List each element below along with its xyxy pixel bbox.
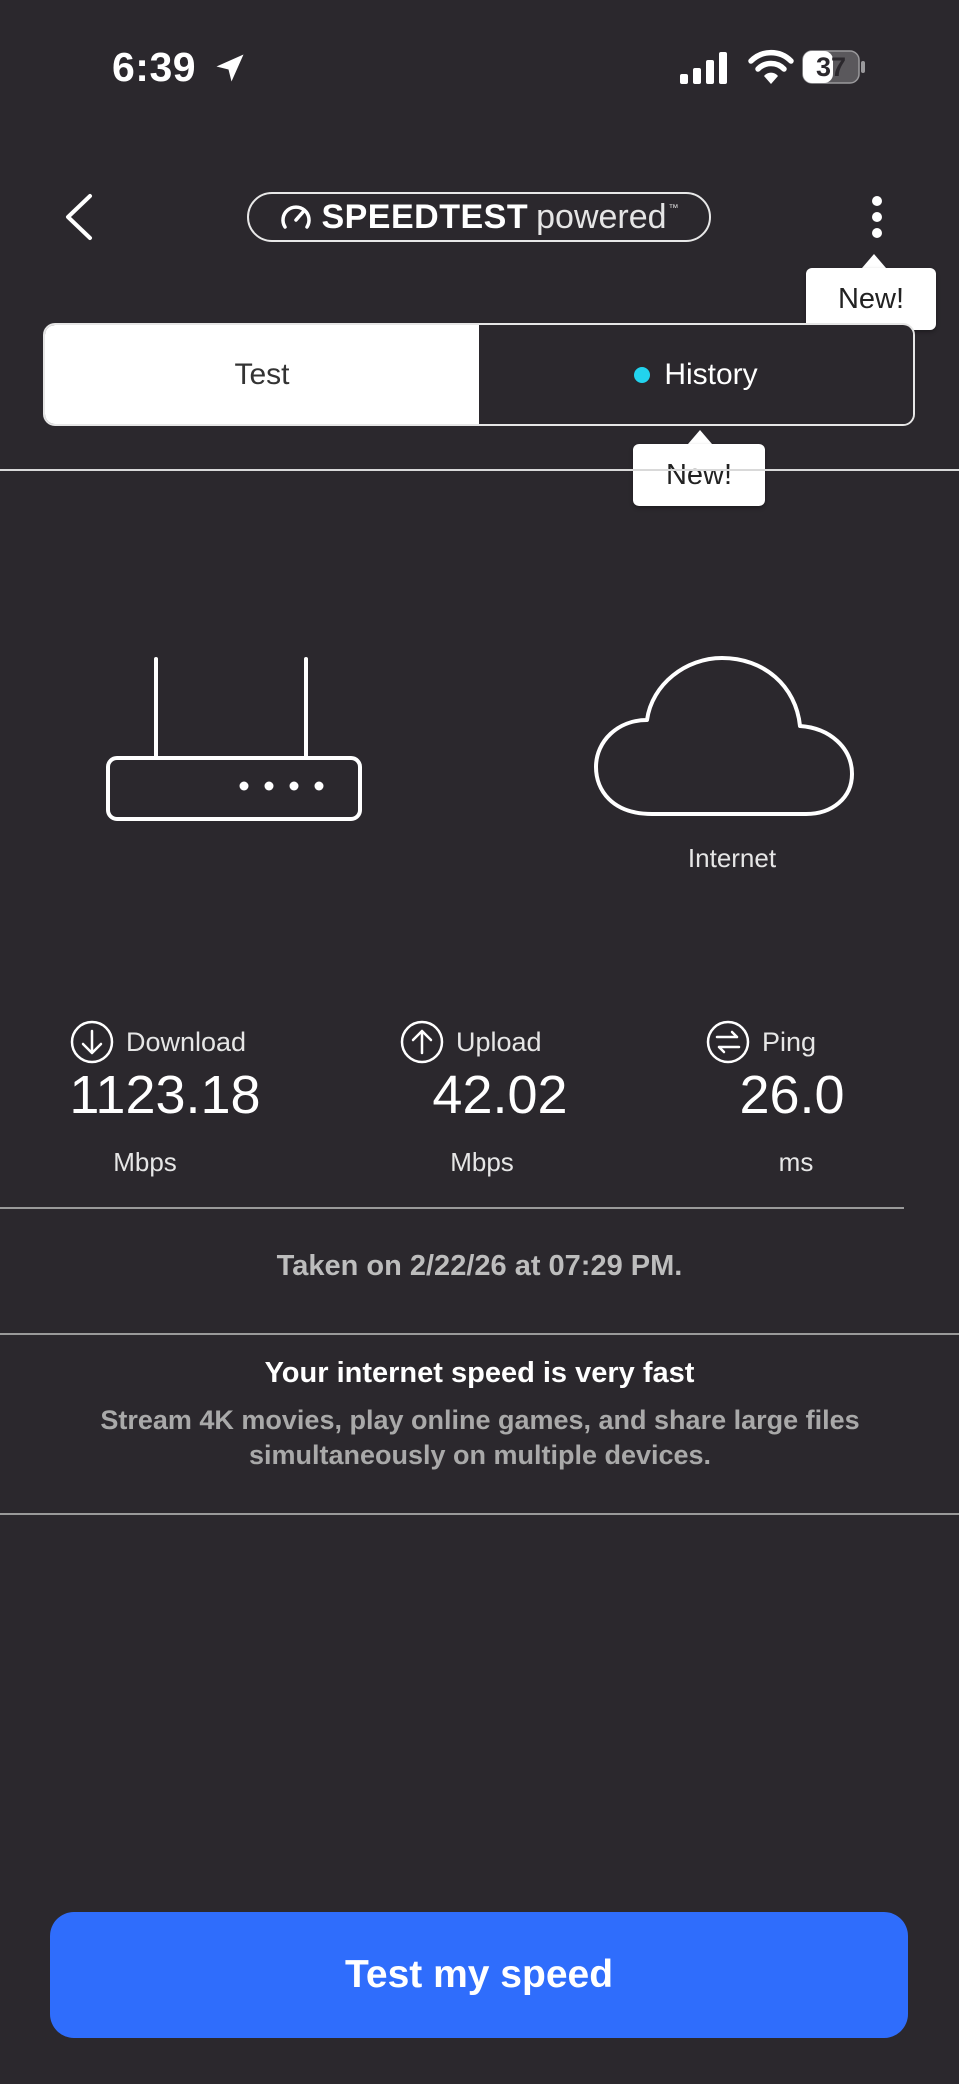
logo-trademark: ™: [668, 202, 679, 214]
metrics-divider: [0, 1207, 904, 1209]
test-my-speed-button[interactable]: Test my speed: [50, 1912, 908, 2038]
upload-label: Upload: [456, 1026, 542, 1057]
internet-label: Internet: [687, 843, 777, 873]
speedometer-icon: [281, 205, 312, 229]
more-menu-icon[interactable]: [862, 194, 892, 244]
cellular-signal-icon: [680, 52, 727, 84]
ping-header: Ping: [706, 1020, 816, 1064]
upload-header: Upload: [400, 1020, 542, 1064]
battery-level: 37: [815, 52, 847, 82]
router-icon: [106, 657, 362, 821]
upload-unit: Mbps: [450, 1147, 514, 1177]
wifi-icon: [748, 49, 794, 84]
logo-powered: powered: [536, 197, 667, 236]
tab-test[interactable]: Test: [45, 325, 479, 424]
cloud-icon: [594, 656, 854, 816]
status-time: 6:39: [112, 44, 197, 90]
menu-new-tooltip: New!: [806, 268, 936, 330]
menu-tooltip-arrow: [862, 254, 886, 268]
upload-value: 42.02: [432, 1065, 568, 1125]
download-arrow-icon: [70, 1020, 114, 1064]
speed-verdict-description: Stream 4K movies, play online games, and…: [100, 1405, 860, 1470]
new-indicator-dot: [634, 366, 651, 383]
speedtest-logo: SPEEDTEST powered ™: [247, 192, 711, 242]
tab-history-label: History: [664, 357, 758, 391]
ping-unit: ms: [778, 1147, 814, 1177]
logo-wordmark: SPEEDTEST: [321, 197, 529, 236]
download-value: 1123.18: [69, 1065, 261, 1125]
timestamp-divider: [0, 1333, 959, 1335]
back-chevron-icon[interactable]: [62, 192, 96, 242]
tab-test-label: Test: [234, 357, 290, 391]
ping-label: Ping: [762, 1026, 817, 1057]
test-history-tabs: Test History: [43, 323, 915, 426]
test-timestamp: Taken on 2/22/26 at 07:29 PM.: [276, 1250, 683, 1282]
history-tooltip-arrow: [688, 430, 712, 444]
ping-icon: [706, 1020, 750, 1064]
download-unit: Mbps: [113, 1147, 177, 1177]
ping-value: 26.0: [739, 1065, 845, 1125]
verdict-divider: [0, 1513, 959, 1515]
location-arrow-icon: [216, 54, 244, 82]
upload-arrow-icon: [400, 1020, 444, 1064]
tab-history[interactable]: History: [479, 325, 913, 424]
speed-verdict-title: Your internet speed is very fast: [264, 1357, 695, 1389]
header-divider: [0, 469, 959, 471]
download-label: Download: [126, 1026, 247, 1057]
download-header: Download: [70, 1020, 246, 1064]
history-new-tooltip: New!: [633, 444, 765, 506]
